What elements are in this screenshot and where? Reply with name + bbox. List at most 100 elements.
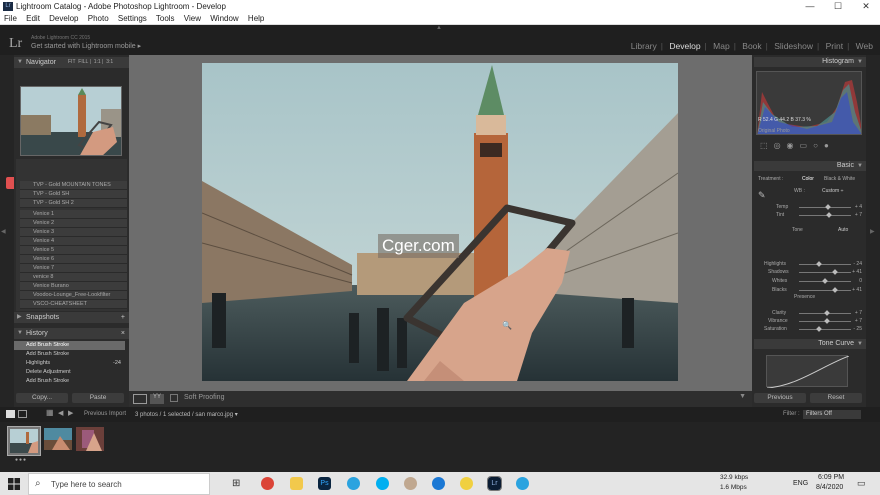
histogram-graph[interactable] <box>756 71 862 135</box>
menu-tools[interactable]: Tools <box>156 14 175 23</box>
history-item[interactable]: Delete Adjustment <box>14 368 125 377</box>
clock-time[interactable]: 6:09 PM <box>818 474 844 481</box>
menu-file[interactable]: File <box>4 14 17 23</box>
histogram-header[interactable]: Histogram ▼ <box>754 57 866 67</box>
treatment-color[interactable]: Color <box>802 176 814 182</box>
module-slideshow[interactable]: Slideshow <box>774 41 813 51</box>
module-web[interactable]: Web <box>856 41 873 51</box>
module-map[interactable]: Map <box>713 41 730 51</box>
clarity-slider[interactable]: Clarity + 7 <box>756 309 862 317</box>
radial-filter-icon[interactable]: ○ <box>813 141 824 150</box>
clear-history-button[interactable]: × <box>121 328 125 339</box>
preset-item[interactable]: Venice 6 <box>20 255 127 264</box>
back-arrow-icon[interactable]: ◀ <box>58 409 63 417</box>
red-eye-icon[interactable]: ◉ <box>787 141 800 150</box>
preset-item[interactable]: VSCO-CHEATSHEET <box>20 300 127 309</box>
lightroom-taskbar-icon[interactable]: Lr <box>487 476 502 491</box>
zoom-fit[interactable]: FIT <box>68 59 76 65</box>
slider-knob[interactable] <box>815 261 822 267</box>
close-button[interactable]: ✕ <box>852 0 880 13</box>
module-print[interactable]: Print <box>826 41 843 51</box>
navigator-header[interactable]: ▼ Navigator FIT FILL | 1:1 | 3:1 <box>14 57 129 68</box>
notification-icon[interactable]: ▭ <box>857 478 866 489</box>
language-indicator[interactable]: ENG <box>793 480 808 487</box>
tint-slider[interactable]: Tint + 7 <box>756 211 862 219</box>
basic-header[interactable]: Basic ▼ <box>754 161 866 171</box>
graduated-filter-icon[interactable]: ▭ <box>800 141 814 150</box>
filter-dropdown[interactable]: Filters Off <box>803 410 861 419</box>
menu-view[interactable]: View <box>184 14 201 23</box>
history-item[interactable]: Add Brush Stroke <box>14 350 125 359</box>
paste-button[interactable]: Paste <box>72 393 124 403</box>
collapse-top-icon[interactable]: ▲ <box>436 25 442 31</box>
add-snapshot-button[interactable]: + <box>121 312 125 323</box>
previous-button[interactable]: Previous <box>754 393 806 403</box>
before-after-icon[interactable]: YY <box>150 394 164 404</box>
wb-dropdown[interactable]: Custom ÷ <box>822 188 843 194</box>
mobile-promo-link[interactable]: Get started with Lightroom mobile ▸ <box>31 42 141 50</box>
highlights-slider[interactable]: Highlights - 24 <box>756 260 862 268</box>
menu-help[interactable]: Help <box>248 14 264 23</box>
history-item[interactable]: Add Brush Stroke <box>14 341 125 350</box>
tone-curve-graph[interactable] <box>766 355 850 389</box>
crop-tool-icon[interactable]: ⬚ <box>760 141 774 150</box>
history-item[interactable]: Add Brush Stroke <box>14 377 125 386</box>
vibrance-slider[interactable]: Vibrance + 7 <box>756 317 862 325</box>
chrome-icon[interactable] <box>261 477 274 490</box>
telegram-icon-2[interactable] <box>516 477 529 490</box>
app-icon[interactable] <box>404 477 417 490</box>
slider-knob[interactable] <box>826 212 832 218</box>
maximize-button[interactable]: ☐ <box>824 0 852 13</box>
tone-curve-header[interactable]: Tone Curve ▼ <box>754 339 866 349</box>
zoom-fill[interactable]: FILL <box>78 59 88 65</box>
grid-view-icon[interactable]: ▦ <box>46 408 54 417</box>
telegram-icon[interactable] <box>347 477 360 490</box>
taskbar-search-input[interactable]: Type here to search <box>28 473 210 495</box>
slider-knob[interactable] <box>832 287 839 293</box>
clock-date[interactable]: 8/4/2020 <box>816 484 843 491</box>
file-explorer-icon[interactable] <box>290 477 303 490</box>
collapse-right-icon[interactable]: ▶ <box>870 228 875 235</box>
shadows-slider[interactable]: Shadows + 41 <box>756 268 862 276</box>
collapse-left-icon[interactable]: ◀ <box>1 228 6 235</box>
preset-item[interactable]: Venice 1 <box>20 210 127 219</box>
copy-button[interactable]: Copy... <box>16 393 68 403</box>
source-label[interactable]: Previous Import <box>84 411 126 417</box>
preset-item[interactable]: Venice 5 <box>20 246 127 255</box>
snapshots-header[interactable]: ▶ Snapshots + <box>14 312 129 323</box>
main-photo[interactable] <box>201 63 679 381</box>
spot-removal-icon[interactable]: ◎ <box>774 141 787 150</box>
menu-settings[interactable]: Settings <box>118 14 147 23</box>
module-develop[interactable]: Develop <box>669 41 700 51</box>
preset-item[interactable]: venice 8 <box>20 273 127 282</box>
zoom-1-1[interactable]: 1:1 <box>94 59 101 65</box>
history-item[interactable]: Highlights -24 <box>14 359 125 368</box>
thumbnail[interactable] <box>76 427 104 451</box>
skype-icon[interactable] <box>376 477 389 490</box>
blacks-slider[interactable]: Blacks + 41 <box>756 286 862 294</box>
auto-tone-button[interactable]: Auto <box>838 227 848 233</box>
preset-item[interactable]: Venice Burano <box>20 282 127 291</box>
history-header[interactable]: ▼ History × <box>14 328 129 339</box>
adjustment-brush-icon[interactable]: ● <box>824 141 835 150</box>
module-book[interactable]: Book <box>742 41 761 51</box>
whites-slider[interactable]: Whites 0 <box>756 277 862 285</box>
preset-item[interactable]: TVP - Gold MOUNTAIN TONES <box>20 181 127 190</box>
preset-item[interactable]: Voodoo-Lounge_Free-Lookfilter <box>20 291 127 300</box>
preset-item[interactable]: Venice 4 <box>20 237 127 246</box>
eyedropper-icon[interactable]: ✎ <box>758 190 766 201</box>
second-window-icon[interactable] <box>18 410 27 418</box>
navigator-preview[interactable] <box>20 86 122 156</box>
soft-proofing-checkbox[interactable] <box>170 394 178 402</box>
slider-knob[interactable] <box>825 204 831 210</box>
toolbar-dropdown-icon[interactable]: ▼ <box>739 393 746 400</box>
menu-window[interactable]: Window <box>210 14 238 23</box>
loupe-view-icon[interactable] <box>133 394 147 404</box>
menu-edit[interactable]: Edit <box>26 14 40 23</box>
zoom-3-1[interactable]: 3:1 <box>106 59 113 65</box>
slider-knob[interactable] <box>815 326 822 332</box>
selection-info[interactable]: 3 photos / 1 selected / san marco.jpg ▾ <box>135 411 238 418</box>
thumbnail-selected[interactable] <box>7 426 41 456</box>
slider-knob[interactable] <box>832 269 839 275</box>
preset-item[interactable]: Venice 2 <box>20 219 127 228</box>
